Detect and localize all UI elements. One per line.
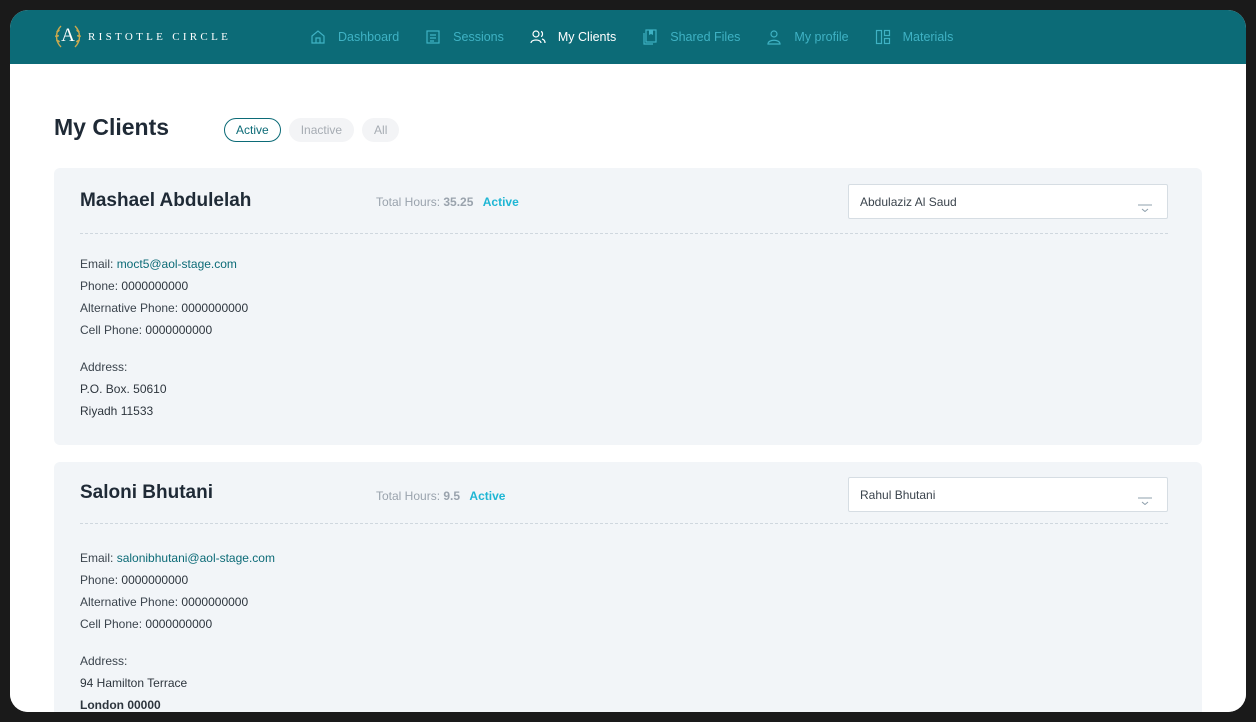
filter-caret-icon bbox=[1137, 492, 1153, 506]
phone-value: 0000000000 bbox=[121, 279, 189, 293]
email-row: Email: salonibhutani@aol-stage.com bbox=[80, 551, 275, 565]
email-label: Email: bbox=[80, 257, 114, 271]
grid-icon bbox=[875, 29, 891, 45]
client-name: Saloni Bhutani bbox=[80, 482, 213, 503]
assigned-coach-value: Abdulaziz Al Saud bbox=[860, 195, 957, 209]
page-title: My Clients bbox=[54, 114, 170, 140]
document-icon bbox=[425, 29, 441, 45]
main-nav: Dashboard Sessions My Clients Shared Fil… bbox=[310, 10, 979, 64]
cell-phone-row: Cell Phone: 0000000000 bbox=[80, 323, 212, 337]
cell-phone-value: 0000000000 bbox=[145, 617, 213, 631]
alt-phone-value: 0000000000 bbox=[181, 595, 249, 609]
total-hours-label: Total Hours: bbox=[376, 489, 441, 503]
card-divider bbox=[80, 233, 1168, 234]
address-line: 94 Hamilton Terrace bbox=[80, 676, 188, 690]
total-hours: Total Hours: 35.25 Active bbox=[376, 195, 519, 209]
email-row: Email: moct5@aol-stage.com bbox=[80, 257, 237, 271]
logo-letter: A bbox=[61, 25, 75, 46]
brand-name: RISTOTLE CIRCLE bbox=[88, 31, 232, 43]
cell-phone-label: Cell Phone: bbox=[80, 323, 143, 337]
email-link[interactable]: moct5@aol-stage.com bbox=[117, 257, 237, 271]
users-icon bbox=[530, 29, 546, 45]
email-label: Email: bbox=[80, 551, 114, 565]
nav-label: Sessions bbox=[453, 30, 504, 44]
nav-sessions[interactable]: Sessions bbox=[425, 10, 504, 64]
assigned-coach-select[interactable]: Rahul Bhutani bbox=[848, 477, 1168, 512]
address-line: P.O. Box. 50610 bbox=[80, 382, 167, 396]
total-hours-value: 35.25 bbox=[443, 195, 474, 209]
tab-active[interactable]: Active bbox=[224, 118, 281, 142]
nav-label: Shared Files bbox=[670, 30, 741, 44]
assigned-coach-select[interactable]: Abdulaziz Al Saud bbox=[848, 184, 1168, 219]
phone-row: Phone: 0000000000 bbox=[80, 573, 188, 587]
address-line: Riyadh 11533 bbox=[80, 404, 154, 418]
nav-label: My Clients bbox=[557, 30, 617, 44]
phone-value: 0000000000 bbox=[121, 573, 189, 587]
alt-phone-label: Alternative Phone: bbox=[80, 301, 179, 315]
alt-phone-row: Alternative Phone: 0000000000 bbox=[80, 301, 248, 315]
status-badge: Active bbox=[482, 195, 519, 209]
nav-label: My profile bbox=[794, 30, 849, 44]
assigned-coach-value: Rahul Bhutani bbox=[860, 488, 936, 502]
alt-phone-label: Alternative Phone: bbox=[80, 595, 179, 609]
alt-phone-row: Alternative Phone: 0000000000 bbox=[80, 595, 248, 609]
phone-row: Phone: 0000000000 bbox=[80, 279, 188, 293]
laurel-logo-icon: A bbox=[52, 21, 84, 53]
total-hours-label: Total Hours: bbox=[376, 195, 441, 209]
cell-phone-label: Cell Phone: bbox=[80, 617, 143, 631]
status-filter-tabs: Active Inactive All bbox=[224, 118, 407, 142]
nav-materials[interactable]: Materials bbox=[875, 10, 954, 64]
tab-inactive[interactable]: Inactive bbox=[288, 118, 355, 142]
nav-dashboard[interactable]: Dashboard bbox=[310, 10, 399, 64]
client-card: Saloni Bhutani Total Hours: 9.5 Active R… bbox=[54, 462, 1202, 712]
address-label: Address: bbox=[80, 360, 128, 374]
phone-label: Phone: bbox=[80, 573, 119, 587]
nav-my-clients[interactable]: My Clients bbox=[530, 10, 616, 64]
total-hours-value: 9.5 bbox=[443, 489, 461, 503]
email-link[interactable]: salonibhutani@aol-stage.com bbox=[117, 551, 275, 565]
nav-my-profile[interactable]: My profile bbox=[766, 10, 849, 64]
nav-label: Materials bbox=[902, 30, 954, 44]
filter-caret-icon bbox=[1137, 199, 1153, 213]
address-line: London 00000 bbox=[80, 698, 161, 712]
cell-phone-value: 0000000000 bbox=[145, 323, 213, 337]
nav-label: Dashboard bbox=[338, 30, 400, 44]
tab-all[interactable]: All bbox=[362, 118, 400, 142]
brand-logo[interactable]: A RISTOTLE CIRCLE bbox=[52, 22, 231, 52]
phone-label: Phone: bbox=[80, 279, 119, 293]
status-badge: Active bbox=[469, 489, 506, 503]
alt-phone-value: 0000000000 bbox=[181, 301, 249, 315]
files-icon bbox=[642, 29, 658, 45]
nav-shared-files[interactable]: Shared Files bbox=[642, 10, 740, 64]
top-navbar: A RISTOTLE CIRCLE Dashboard Sessions My … bbox=[10, 10, 1246, 64]
address-label: Address: bbox=[80, 654, 128, 668]
total-hours: Total Hours: 9.5 Active bbox=[376, 489, 505, 503]
cell-phone-row: Cell Phone: 0000000000 bbox=[80, 617, 212, 631]
card-divider bbox=[80, 523, 1168, 524]
app-window: A RISTOTLE CIRCLE Dashboard Sessions My … bbox=[10, 10, 1246, 712]
home-icon bbox=[310, 29, 326, 45]
user-icon bbox=[766, 29, 782, 45]
main-content: My Clients Active Inactive All Mashael A… bbox=[10, 64, 1246, 712]
client-name: Mashael Abdulelah bbox=[80, 190, 252, 211]
client-card: Mashael Abdulelah Total Hours: 35.25 Act… bbox=[54, 168, 1202, 445]
